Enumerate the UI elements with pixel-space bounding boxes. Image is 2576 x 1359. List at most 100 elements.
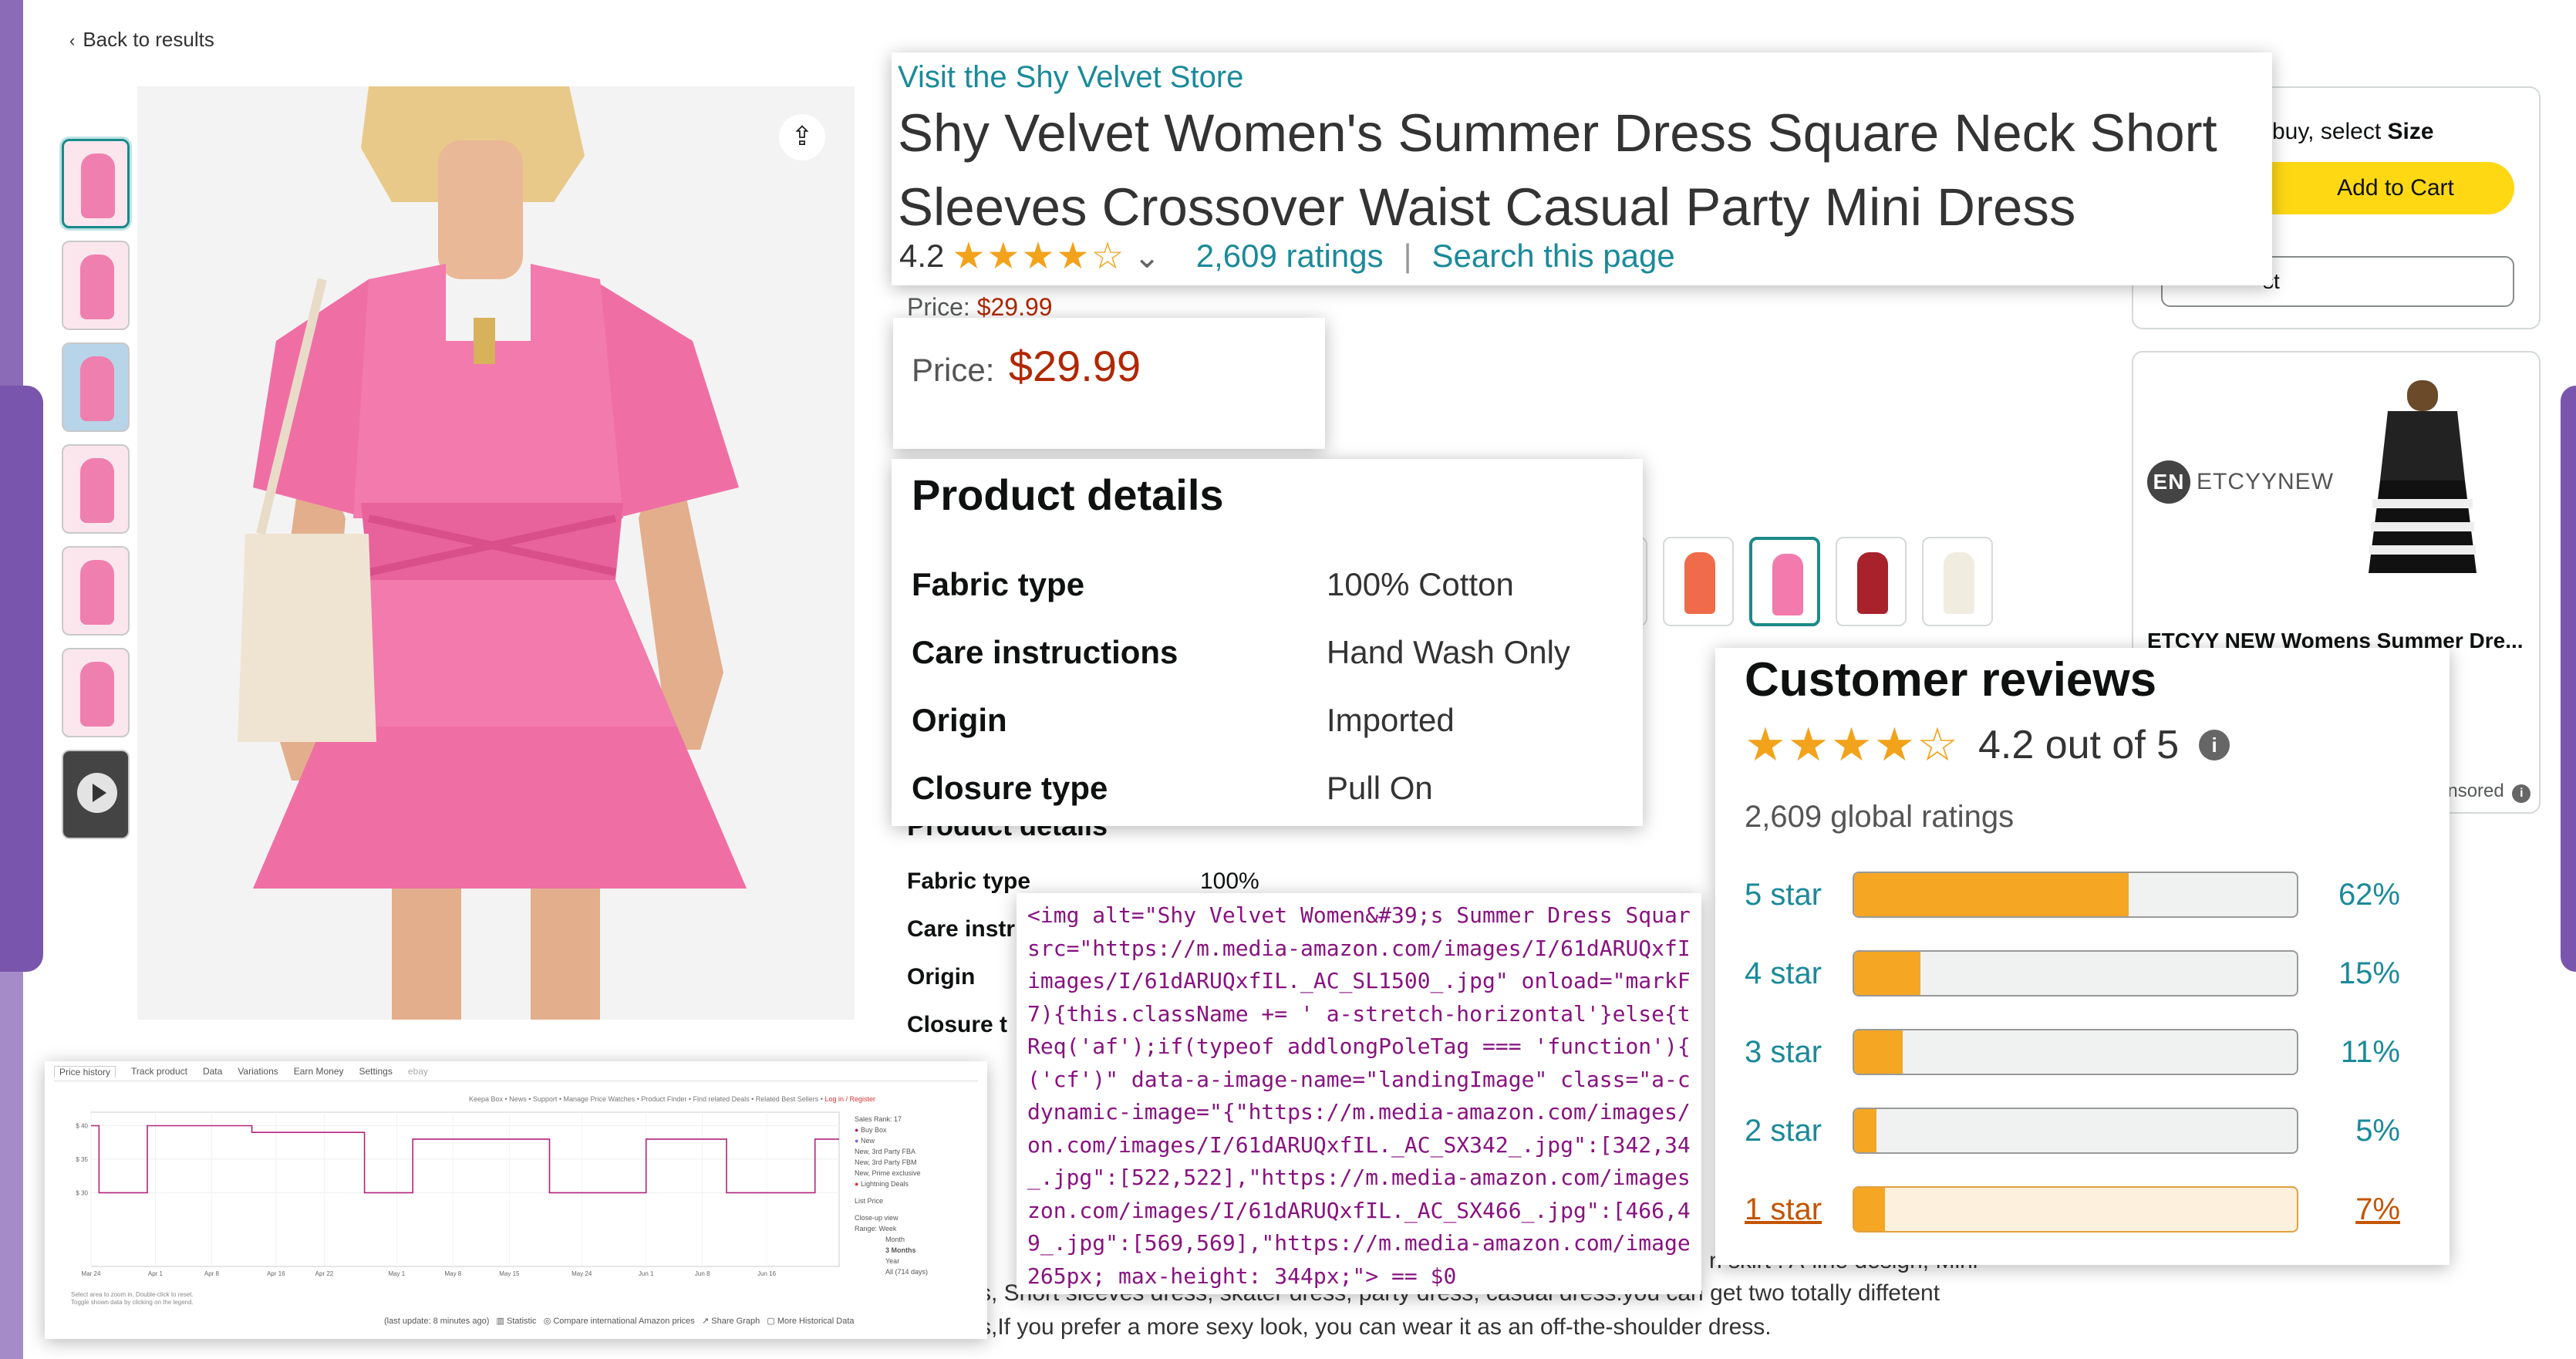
description-line: s,If you prefer a more sexy look, you ca… bbox=[979, 1314, 1772, 1340]
detail-key: Closure type bbox=[912, 770, 1108, 806]
info-icon[interactable]: i bbox=[2199, 730, 2230, 760]
tab-earn-money[interactable]: Earn Money bbox=[294, 1066, 344, 1077]
x-tick-label: Jun 1 bbox=[639, 1270, 654, 1277]
histogram-label[interactable]: 5 star bbox=[1745, 878, 1822, 912]
tab-data[interactable]: Data bbox=[203, 1066, 222, 1077]
keepa-login-link[interactable]: Log in / Register bbox=[824, 1095, 875, 1103]
histogram-fill bbox=[1854, 1030, 1903, 1074]
legend-item[interactable]: Close-up view bbox=[855, 1212, 928, 1223]
tab-settings[interactable]: Settings bbox=[359, 1066, 393, 1077]
legend-item[interactable]: List Price bbox=[855, 1195, 928, 1206]
reviews-title: Customer reviews bbox=[1745, 653, 2157, 706]
legend-item[interactable]: Month bbox=[855, 1234, 928, 1245]
thumbnail-6[interactable] bbox=[62, 648, 130, 737]
main-product-image[interactable]: ⇪ bbox=[137, 86, 855, 1020]
base-detail-key: Fabric type bbox=[907, 868, 1031, 894]
thumbnail-4[interactable] bbox=[62, 444, 130, 534]
left-edge-strip-bottom bbox=[0, 972, 23, 1359]
x-tick-label: Mar 24 bbox=[82, 1270, 101, 1277]
search-this-page-link[interactable]: Search this page bbox=[1432, 238, 1675, 275]
statistic-link[interactable]: Statistic bbox=[507, 1317, 537, 1326]
thumbnail-2[interactable] bbox=[62, 241, 130, 330]
y-tick-label: $ 30 bbox=[76, 1189, 88, 1196]
global-ratings-count: 2,609 global ratings bbox=[1745, 800, 2015, 834]
reviews-summary: ★★★★☆ 4.2 out of 5 i bbox=[1745, 718, 2420, 772]
legend-item[interactable]: Year bbox=[855, 1256, 928, 1266]
keepa-links-text[interactable]: Keepa Box • News • Support • Manage Pric… bbox=[469, 1095, 823, 1103]
legend-item[interactable]: ● New bbox=[855, 1135, 928, 1146]
histogram-percent[interactable]: 11% bbox=[2341, 1035, 2400, 1070]
code-line: dynamic-image="{"https://m.media-amazon.… bbox=[1027, 1099, 1691, 1125]
code-line: src="https://m.media-amazon.com/images/I… bbox=[1027, 935, 1691, 961]
right-sidebar-tab[interactable] bbox=[2561, 386, 2576, 972]
code-line: Req('af');if(typeof addlongPoleTag === '… bbox=[1027, 1034, 1691, 1059]
legend-item[interactable]: 3 Months bbox=[855, 1245, 928, 1256]
ratings-count-link[interactable]: 2,609 ratings bbox=[1196, 238, 1384, 275]
histogram-row-2[interactable]: 2 star 5% bbox=[1745, 1108, 2423, 1154]
histogram-percent[interactable]: 7% bbox=[2355, 1192, 2400, 1227]
thumbnail-1[interactable] bbox=[62, 139, 130, 228]
back-to-results-link[interactable]: ‹ Back to results bbox=[69, 28, 214, 52]
compare-prices-link[interactable]: Compare international Amazon prices bbox=[553, 1317, 694, 1326]
histogram-percent[interactable]: 15% bbox=[2338, 956, 2400, 991]
detail-row-origin: Origin Imported bbox=[912, 686, 1623, 754]
legend-item[interactable]: New, 3rd Party FBM bbox=[855, 1157, 928, 1168]
chevron-left-icon: ‹ bbox=[69, 31, 76, 50]
thumbnail-5[interactable] bbox=[62, 546, 130, 636]
info-icon[interactable]: i bbox=[2512, 784, 2531, 803]
left-sidebar-tab[interactable] bbox=[0, 386, 43, 972]
x-tick-label: May 24 bbox=[572, 1270, 592, 1277]
histogram-row-3[interactable]: 3 star 11% bbox=[1745, 1029, 2423, 1075]
rating-row: 4.2 ★★★★☆ ⌄ 2,609 ratings | Search this … bbox=[899, 234, 1675, 278]
share-graph-link[interactable]: Share Graph bbox=[711, 1317, 760, 1326]
price-history-chart[interactable]: $ 40 $ 35 $ 30 Mar 24 Apr 1 Apr 8 Apr 16 Apr 22… bbox=[60, 1104, 878, 1297]
x-tick-label: Apr 8 bbox=[204, 1270, 220, 1277]
x-tick-label: May 8 bbox=[444, 1270, 461, 1277]
chevron-down-icon[interactable]: ⌄ bbox=[1134, 238, 1161, 275]
histogram-label[interactable]: 4 star bbox=[1745, 956, 1822, 991]
histogram-row-1[interactable]: 1 star 7% bbox=[1745, 1186, 2423, 1233]
x-tick-label: Jun 8 bbox=[695, 1270, 710, 1277]
tab-track-product[interactable]: Track product bbox=[131, 1066, 187, 1077]
color-swatch[interactable] bbox=[1922, 537, 1993, 626]
histogram-label[interactable]: 3 star bbox=[1745, 1035, 1822, 1070]
brand-logo: EN ETCYYNEW bbox=[2147, 460, 2334, 504]
thumbnail-3[interactable] bbox=[62, 342, 130, 432]
detail-key: Fabric type bbox=[912, 566, 1085, 602]
base-detail-key: Care instr bbox=[907, 916, 1016, 942]
share-icon[interactable]: ⇪ bbox=[779, 114, 825, 160]
legend-item[interactable]: Range: Week bbox=[855, 1223, 928, 1234]
histogram-label[interactable]: 1 star bbox=[1745, 1192, 1822, 1227]
histogram-percent[interactable]: 5% bbox=[2355, 1114, 2400, 1148]
star-rating-icon[interactable]: ★★★★☆ bbox=[952, 234, 1125, 278]
base-price-label: Price: bbox=[907, 293, 970, 321]
histogram-percent[interactable]: 62% bbox=[2338, 878, 2400, 912]
legend-item[interactable]: All (714 days) bbox=[855, 1266, 928, 1277]
histogram-row-5[interactable]: 5 star 62% bbox=[1745, 872, 2423, 918]
tab-price-history[interactable]: Price history bbox=[54, 1066, 116, 1077]
tab-ebay[interactable]: ebay bbox=[408, 1066, 428, 1077]
histogram-row-4[interactable]: 4 star 15% bbox=[1745, 950, 2423, 996]
legend-item[interactable]: ● Lightning Deals bbox=[855, 1179, 928, 1189]
detail-key: Care instructions bbox=[912, 634, 1178, 670]
product-details-title: Product details bbox=[912, 470, 1224, 519]
keepa-links: Keepa Box • News • Support • Manage Pric… bbox=[469, 1095, 875, 1103]
price-card: Price: $29.99 bbox=[893, 318, 1325, 449]
legend-item[interactable]: Sales Rank: 17 bbox=[855, 1114, 928, 1125]
histogram-label[interactable]: 2 star bbox=[1745, 1114, 1822, 1148]
legend-item[interactable]: ● Buy Box bbox=[855, 1125, 928, 1135]
share-graph-icon: ↗ bbox=[701, 1317, 710, 1326]
legend-item[interactable]: New, 3rd Party FBA bbox=[855, 1146, 928, 1157]
more-history-link[interactable]: More Historical Data bbox=[777, 1317, 855, 1326]
code-line: _.jpg":[522,522],"https://m.media-amazon… bbox=[1027, 1165, 1691, 1190]
histogram-fill bbox=[1854, 1109, 1876, 1152]
detail-value: 100% Cotton bbox=[1327, 566, 1514, 602]
store-link[interactable]: Visit the Shy Velvet Store bbox=[898, 60, 2266, 95]
thumbnail-video[interactable] bbox=[62, 750, 130, 839]
color-swatch-selected[interactable] bbox=[1749, 537, 1820, 626]
color-swatch[interactable] bbox=[1836, 537, 1907, 626]
tab-variations[interactable]: Variations bbox=[238, 1066, 278, 1077]
color-swatch[interactable] bbox=[1663, 537, 1734, 626]
sponsored-label: onsored i bbox=[2437, 781, 2531, 803]
legend-item[interactable]: New, Prime exclusive bbox=[855, 1168, 928, 1179]
